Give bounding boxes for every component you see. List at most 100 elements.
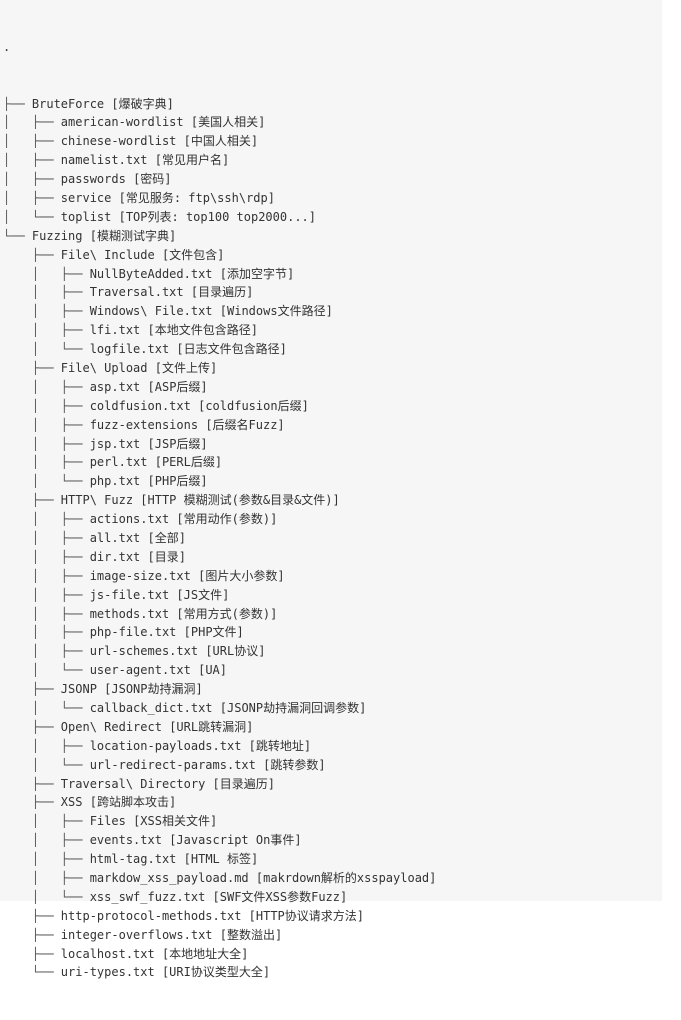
tree-branch-connector: │ ├── xyxy=(3,833,90,848)
tree-item-name: coldfusion.txt xyxy=(89,398,191,413)
tree-branch-connector: │ ├── xyxy=(3,852,90,867)
tree-item: │ ├── image-size.txt [图片大小参数] xyxy=(3,567,436,586)
tree-item-description: [SWF文件XSS参数Fuzz] xyxy=(212,889,348,904)
tree-branch-connector: │ └── xyxy=(3,889,90,904)
tree-item-name: Files xyxy=(89,814,126,829)
tree-item: ├── File\ Upload [文件上传] xyxy=(3,359,436,378)
tree-item-description: [常用动作(参数)] xyxy=(176,512,278,527)
tree-item-name: events.txt xyxy=(89,833,162,848)
tree-item-description: [美国人相关] xyxy=(190,115,266,130)
tree-branch-connector: │ └── xyxy=(3,342,90,357)
tree-item-name: methods.txt xyxy=(89,606,170,621)
tree-branch-connector: │ ├── xyxy=(3,644,90,659)
tree-item-description: [跳转参数] xyxy=(263,757,326,772)
tree-item: │ ├── fuzz-extensions [后缀名Fuzz] xyxy=(3,416,436,435)
tree-item: │ └── callback_dict.txt [JSONP劫持漏洞回调参数] xyxy=(3,699,436,718)
tree-branch-connector: ├── xyxy=(3,946,61,961)
tree-lines: ├── BruteForce [爆破字典] │ ├── american-word… xyxy=(3,95,436,983)
tree-item-description: [Javascript On事件] xyxy=(169,833,302,848)
tree-item-name: location-payloads.txt xyxy=(89,738,242,753)
tree-item: │ ├── lfi.txt [本地文件包含路径] xyxy=(3,321,436,340)
tree-branch-connector: │ ├── xyxy=(3,814,90,829)
tree-item-description: [密码] xyxy=(133,172,172,187)
tree-branch-connector: ├── xyxy=(3,493,61,508)
tree-item-name: File\ Upload xyxy=(60,360,148,375)
tree-item-name: passwords xyxy=(60,172,126,187)
tree-item-description: [HTTP协议请求方法] xyxy=(248,908,365,923)
tree-item-description: [文件包含] xyxy=(161,247,225,262)
tree-item: │ ├── passwords [密码] xyxy=(3,170,436,189)
tree-branch-connector: │ ├── xyxy=(3,153,61,168)
tree-item: │ └── xss_swf_fuzz.txt [SWF文件XSS参数Fuzz] xyxy=(3,888,436,907)
tree-item-description: [目录遍历] xyxy=(212,776,275,791)
tree-item-name: Open\ Redirect xyxy=(60,719,162,734)
tree-branch-connector: │ ├── xyxy=(3,512,90,527)
tree-item: │ ├── Files [XSS相关文件] xyxy=(3,812,436,831)
tree-branch-connector: │ ├── xyxy=(3,625,90,640)
tree-item-name: asp.txt xyxy=(89,379,141,394)
tree-item: ├── JSONP [JSONP劫持漏洞] xyxy=(3,680,436,699)
tree-item-description: [整数溢出] xyxy=(219,927,283,942)
tree-item-name: logfile.txt xyxy=(89,342,170,357)
tree-item: │ ├── dir.txt [目录] xyxy=(3,548,436,567)
tree-item: │ ├── location-payloads.txt [跳转地址] xyxy=(3,737,436,756)
tree-item: │ ├── js-file.txt [JS文件] xyxy=(3,586,436,605)
tree-item-description: [PHP后缀] xyxy=(147,474,208,489)
tree-item-description: [makrdown解析的xsspayload] xyxy=(255,871,437,886)
tree-item-description: [JSP后缀] xyxy=(147,436,208,451)
tree-item-name: localhost.txt xyxy=(60,946,155,961)
tree-item: ├── File\ Include [文件包含] xyxy=(3,246,436,265)
tree-branch-connector: │ ├── xyxy=(3,172,61,187)
tree-item: ├── Traversal\ Directory [目录遍历] xyxy=(3,775,436,794)
tree-item: │ ├── methods.txt [常用方式(参数)] xyxy=(3,605,436,624)
tree-item: ├── integer-overflows.txt [整数溢出] xyxy=(3,926,436,945)
tree-item-name: markdow_xss_payload.md xyxy=(89,871,249,886)
tree-item-description: [目录遍历] xyxy=(190,285,254,300)
tree-branch-connector: │ └── xyxy=(3,701,90,716)
tree-branch-connector: │ ├── xyxy=(3,606,90,621)
tree-item-name: dir.txt xyxy=(89,549,141,564)
tree-item-name: url-schemes.txt xyxy=(89,644,199,659)
tree-branch-connector: │ └── xyxy=(3,474,90,489)
tree-branch-connector: └── xyxy=(3,228,32,243)
tree-item-name: user-agent.txt xyxy=(89,663,191,678)
tree-item-name: integer-overflows.txt xyxy=(60,927,213,942)
tree-item-name: Fuzzing xyxy=(31,228,83,243)
tree-item-description: [UA] xyxy=(198,663,227,678)
tree-branch-connector: ├── xyxy=(3,96,32,111)
tree-item: └── Fuzzing [模糊测试字典] xyxy=(3,227,436,246)
tree-item-description: [常用方式(参数)] xyxy=(176,606,278,621)
tree-item-description: [Windows文件路径] xyxy=(219,304,333,319)
tree-branch-connector: │ ├── xyxy=(3,455,90,470)
tree-branch-connector: │ ├── xyxy=(3,738,90,753)
tree-branch-connector: ├── xyxy=(3,908,61,923)
tree-branch-connector: │ ├── xyxy=(3,323,90,338)
tree-branch-connector: │ ├── xyxy=(3,436,90,451)
tree-branch-connector: ├── xyxy=(3,360,61,375)
tree-branch-connector: │ ├── xyxy=(3,568,90,583)
tree-item: └── uri-types.txt [URI协议类型大全] xyxy=(3,963,436,982)
tree-branch-connector: │ ├── xyxy=(3,531,90,545)
tree-item: │ ├── perl.txt [PERL后缀] xyxy=(3,453,436,472)
tree-item: ├── HTTP\ Fuzz [HTTP 模糊测试(参数&目录&文件)] xyxy=(3,491,436,510)
tree-item: │ └── logfile.txt [日志文件包含路径] xyxy=(3,340,436,359)
tree-item-name: all.txt xyxy=(89,531,141,545)
tree-item-description: [XSS相关文件] xyxy=(133,814,218,829)
tree-item-description: [URI协议类型大全] xyxy=(161,965,271,980)
